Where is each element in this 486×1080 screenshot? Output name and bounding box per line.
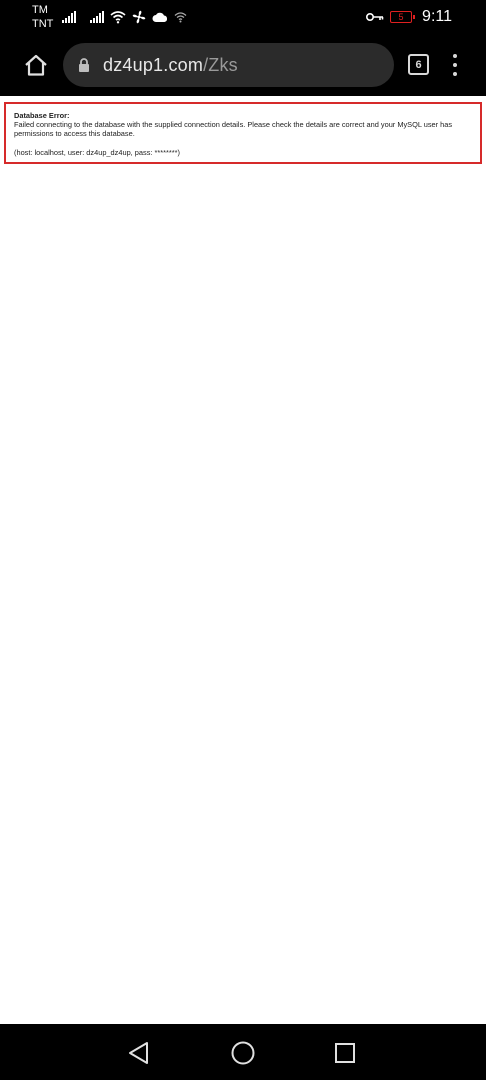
menu-dots-icon[interactable] xyxy=(446,52,464,78)
system-nav-bar xyxy=(0,1024,486,1080)
recents-button[interactable] xyxy=(333,1041,357,1065)
fan-icon xyxy=(132,10,146,24)
carrier-label-2: TNT xyxy=(32,18,54,30)
url-text[interactable]: dz4up1.com/Zks xyxy=(103,55,238,76)
url-host: dz4up1.com xyxy=(103,54,204,75)
cloud-icon xyxy=(152,12,168,22)
tab-switcher-button[interactable]: 6 xyxy=(408,54,429,75)
back-icon xyxy=(129,1042,148,1064)
lock-icon[interactable] xyxy=(77,57,91,73)
error-title: Database Error: xyxy=(14,111,70,120)
battery-icon: 5 xyxy=(390,11,416,23)
status-bar: TM TNT 5 9:11 xyxy=(0,0,486,34)
url-bar[interactable]: dz4up1.com/Zks xyxy=(63,43,394,87)
home-nav-button[interactable] xyxy=(230,1040,256,1066)
status-icons-right: 5 9:11 xyxy=(366,6,452,28)
wifi-small-icon xyxy=(174,12,187,23)
error-details: (host: localhost, user: dz4up_dz4up, pas… xyxy=(14,147,180,157)
page-content: Database Error: Failed connecting to the… xyxy=(0,96,486,1024)
clock: 9:11 xyxy=(422,8,452,25)
battery-level: 5 xyxy=(398,11,404,22)
back-button[interactable] xyxy=(126,1040,152,1066)
recents-icon xyxy=(335,1043,355,1063)
wifi-icon xyxy=(110,11,126,24)
home-icon xyxy=(25,54,47,76)
url-path: /Zks xyxy=(203,54,238,75)
browser-toolbar: dz4up1.com/Zks 6 xyxy=(0,34,486,96)
home-button[interactable] xyxy=(20,49,52,81)
error-message: Failed connecting to the database with t… xyxy=(14,120,453,139)
signal-icon xyxy=(90,11,104,23)
carrier-label-1: TM xyxy=(32,4,48,16)
status-icons-left xyxy=(62,8,187,26)
vpn-key-icon xyxy=(366,13,384,21)
home-circle-icon xyxy=(231,1041,255,1065)
carrier-labels: TM TNT xyxy=(32,3,53,31)
signal-icon xyxy=(62,11,76,23)
tab-count: 6 xyxy=(415,58,422,71)
database-error-box: Database Error: Failed connecting to the… xyxy=(4,102,482,164)
